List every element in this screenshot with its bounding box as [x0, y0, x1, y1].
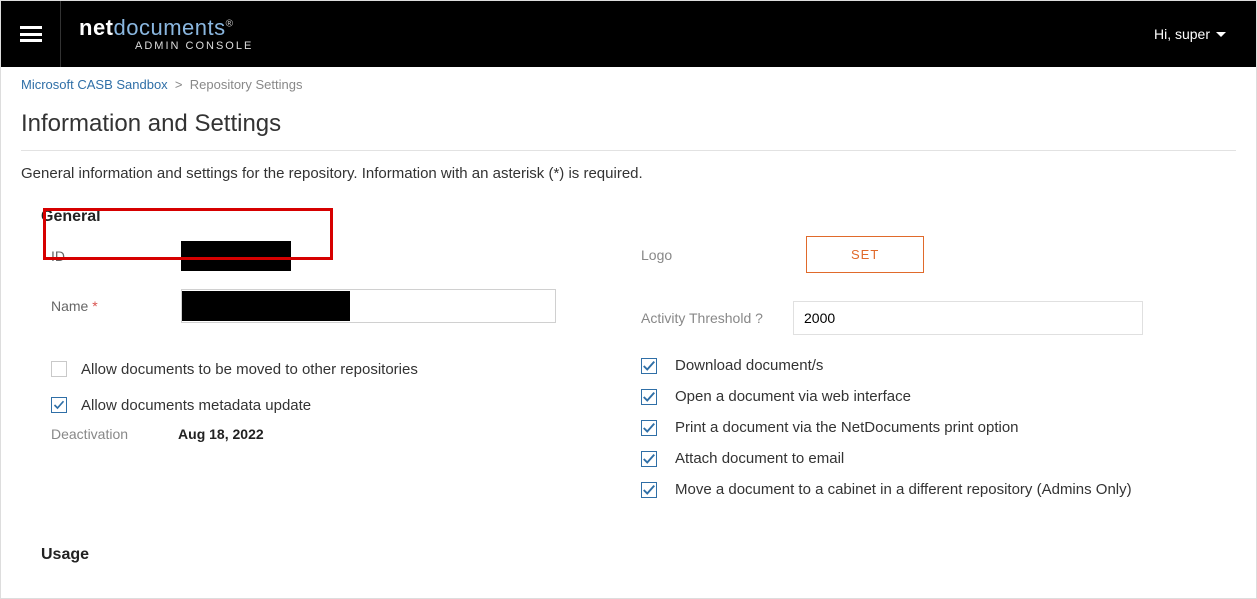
checkbox-download[interactable] — [641, 358, 657, 374]
checkbox-open-web[interactable] — [641, 389, 657, 405]
chevron-down-icon — [1216, 32, 1226, 37]
activity-threshold-field[interactable] — [793, 301, 1143, 335]
checkbox-allow-move[interactable] — [51, 361, 67, 377]
checkbox-allow-metadata[interactable] — [51, 397, 67, 413]
user-menu[interactable]: Hi, super — [1154, 26, 1256, 42]
breadcrumb-sep: > — [175, 77, 183, 92]
title-divider — [21, 150, 1236, 151]
deactivation-value: Aug 18, 2022 — [178, 426, 264, 442]
breadcrumb: Microsoft CASB Sandbox > Repository Sett… — [21, 77, 1236, 92]
logo-light: documents — [114, 15, 226, 40]
activity-threshold-label: Activity Threshold ? — [641, 310, 793, 326]
checkbox-print-label: Print a document via the NetDocuments pr… — [675, 419, 1019, 436]
checkbox-print[interactable] — [641, 420, 657, 436]
section-usage-heading: Usage — [41, 546, 1236, 564]
greeting-text: Hi, super — [1154, 26, 1210, 42]
page-title: Information and Settings — [21, 110, 1236, 138]
breadcrumb-link[interactable]: Microsoft CASB Sandbox — [21, 77, 168, 92]
hamburger-icon — [20, 26, 42, 42]
check-icon — [642, 359, 656, 373]
logo-reg: ® — [226, 19, 234, 30]
breadcrumb-current: Repository Settings — [190, 77, 303, 92]
set-logo-button[interactable]: SET — [806, 236, 924, 273]
checkbox-open-web-label: Open a document via web interface — [675, 388, 911, 405]
checkbox-move-cabinet-label: Move a document to a cabinet in a differ… — [675, 481, 1132, 498]
brand-logo: netdocuments® ADMIN CONSOLE — [61, 16, 253, 52]
check-icon — [642, 483, 656, 497]
checkbox-attach-email-label: Attach document to email — [675, 450, 844, 467]
checkbox-allow-move-label: Allow documents to be moved to other rep… — [81, 361, 418, 378]
id-highlight-box — [43, 208, 333, 260]
logo-label: Logo — [641, 247, 806, 263]
check-icon — [642, 452, 656, 466]
check-icon — [642, 421, 656, 435]
checkbox-attach-email[interactable] — [641, 451, 657, 467]
checkbox-move-cabinet[interactable] — [641, 482, 657, 498]
name-value-redacted — [182, 291, 350, 321]
required-asterisk: * — [92, 298, 97, 314]
logo-bold: net — [79, 15, 114, 40]
menu-button[interactable] — [1, 1, 61, 67]
logo-subtitle: ADMIN CONSOLE — [79, 40, 253, 52]
app-header: netdocuments® ADMIN CONSOLE Hi, super — [1, 1, 1256, 67]
checkbox-allow-metadata-label: Allow documents metadata update — [81, 397, 311, 414]
check-icon — [642, 390, 656, 404]
name-label: Name — [51, 298, 88, 314]
check-icon — [53, 399, 65, 411]
deactivation-label: Deactivation — [51, 426, 128, 442]
checkbox-download-label: Download document/s — [675, 357, 823, 374]
page-description: General information and settings for the… — [21, 165, 1236, 182]
